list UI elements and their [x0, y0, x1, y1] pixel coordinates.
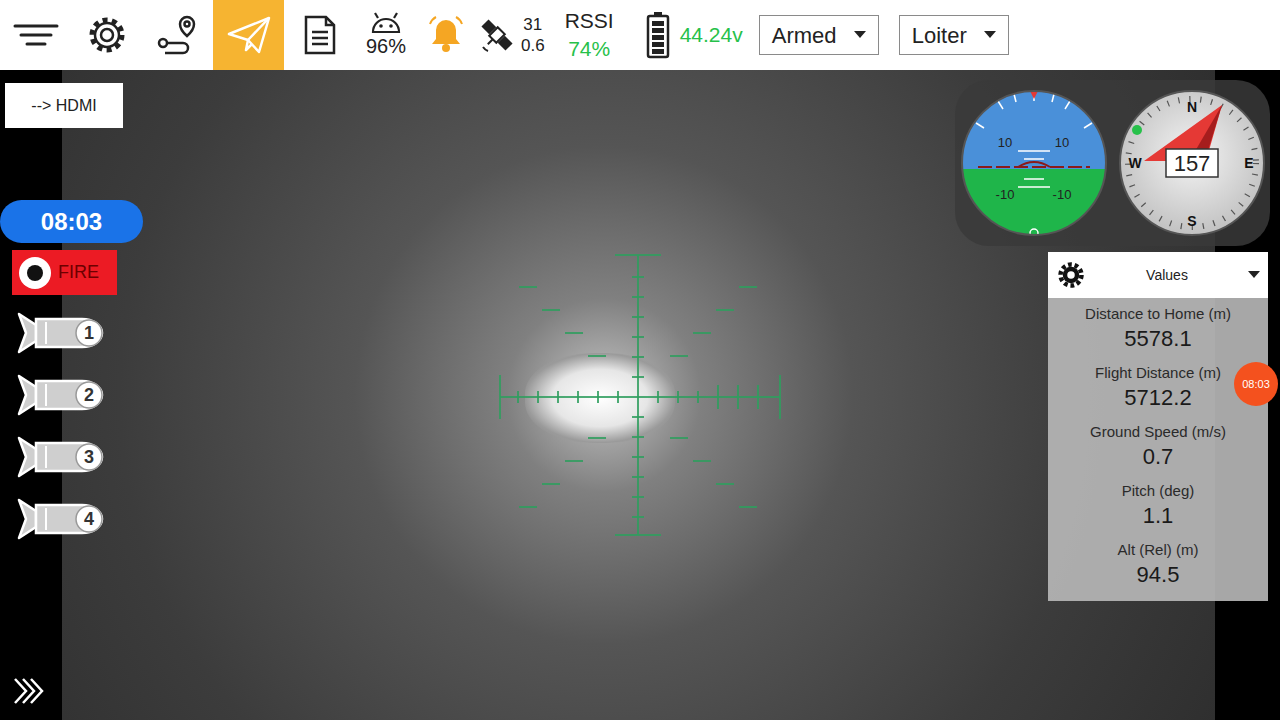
bomb-number: 3	[76, 444, 102, 470]
plan-tab[interactable]	[213, 0, 284, 70]
bomb-slot[interactable]: 1	[16, 310, 110, 356]
values-panel-title: Values	[1146, 265, 1188, 286]
log-tab[interactable]	[284, 0, 355, 70]
rssi-status: RSSI 74%	[553, 0, 626, 70]
bomb-icon	[16, 310, 110, 356]
crosshair-icon	[488, 247, 788, 547]
expand-button[interactable]	[12, 676, 46, 706]
pitch-label: 10	[997, 135, 1011, 150]
compass-south: S	[1187, 213, 1196, 229]
mission-timer: 08:03	[0, 200, 143, 243]
arm-dropdown-value: Armed	[772, 19, 837, 52]
pitch-label: -10	[1052, 187, 1071, 202]
compass-west: W	[1128, 155, 1142, 171]
gps-status: 31 0.6	[475, 0, 553, 70]
bell-icon	[428, 16, 464, 54]
satellite-icon	[479, 17, 515, 53]
attitude-indicator: 10 10 -10 -10	[958, 87, 1110, 239]
caret-down-icon	[854, 31, 866, 39]
arm-dropdown[interactable]: Armed	[759, 15, 879, 55]
rssi-label: RSSI	[565, 7, 614, 35]
device-battery-text: 96%	[366, 34, 406, 58]
value-row: Ground Speed (m/s)0.7	[1048, 416, 1268, 475]
bomb-icon	[16, 496, 110, 542]
route-icon	[155, 13, 201, 57]
menu-tab[interactable]	[0, 0, 71, 70]
caret-down-icon	[984, 31, 996, 39]
mode-dropdowns: Armed Loiter	[759, 15, 1009, 55]
gear-icon	[87, 15, 127, 55]
bomb-number: 4	[76, 506, 102, 532]
device-battery: 96%	[355, 0, 417, 70]
battery-icon	[646, 11, 670, 59]
hdmi-button[interactable]: --> HDMI	[5, 83, 123, 128]
value-reading: 94.5	[1137, 560, 1180, 590]
value-reading: 1.1	[1143, 501, 1174, 531]
bomb-number: 1	[76, 320, 102, 346]
bomb-list: 1 2 3 4	[16, 310, 110, 542]
compass: N E S W 157	[1116, 87, 1268, 239]
record-icon	[18, 256, 52, 290]
toolbar: 96% 31 0.6 RSSI 74% 44.24v Armed Loiter	[0, 0, 1280, 70]
hdmi-button-label: --> HDMI	[31, 94, 96, 118]
settings-tab[interactable]	[71, 0, 142, 70]
value-label: Alt (Rel) (m)	[1118, 540, 1199, 560]
hdop-value: 0.6	[521, 35, 545, 56]
value-row: Distance to Home (m)5578.1	[1048, 298, 1268, 357]
gear-icon	[1056, 260, 1086, 290]
satellite-count: 31	[523, 14, 542, 35]
heading-readout: 157	[1173, 151, 1210, 176]
timer-badge-text: 08:03	[1242, 376, 1270, 393]
fire-button-label: FIRE	[58, 259, 99, 286]
value-reading: 5712.2	[1124, 383, 1191, 413]
flight-mode-value: Loiter	[912, 19, 967, 52]
pitch-label: -10	[995, 187, 1014, 202]
document-icon	[303, 14, 337, 56]
flight-mode-dropdown[interactable]: Loiter	[899, 15, 1009, 55]
value-label: Pitch (deg)	[1122, 481, 1195, 501]
value-row: Alt (Rel) (m)94.5	[1048, 534, 1268, 593]
value-reading: 0.7	[1143, 442, 1174, 472]
bomb-number: 2	[76, 382, 102, 408]
bomb-slot[interactable]: 4	[16, 496, 110, 542]
bomb-icon	[16, 372, 110, 418]
bomb-icon	[16, 434, 110, 480]
values-panel-header[interactable]: Values	[1048, 252, 1268, 298]
value-reading: 5578.1	[1124, 324, 1191, 354]
value-label: Flight Distance (m)	[1095, 363, 1221, 383]
values-panel: Values Distance to Home (m)5578.1 Flight …	[1048, 252, 1268, 601]
route-tab[interactable]	[142, 0, 213, 70]
paper-plane-icon	[226, 14, 272, 56]
fire-button[interactable]: FIRE	[12, 250, 117, 295]
android-icon	[370, 12, 402, 34]
pitch-label: 10	[1054, 135, 1068, 150]
menu-icon	[13, 20, 59, 50]
compass-north: N	[1186, 99, 1196, 115]
mission-timer-text: 08:03	[41, 204, 102, 240]
value-label: Distance to Home (m)	[1085, 304, 1231, 324]
instrument-cluster: 10 10 -10 -10 N E S W 157	[955, 80, 1270, 246]
camera-view: --> HDMI 08:03 FIRE 1 2 3 4	[0, 70, 1280, 720]
compass-east: E	[1244, 155, 1253, 171]
alerts[interactable]	[417, 0, 475, 70]
battery-voltage: 44.24v	[680, 19, 743, 51]
bomb-slot[interactable]: 3	[16, 434, 110, 480]
value-label: Ground Speed (m/s)	[1090, 422, 1226, 442]
chevrons-right-icon	[12, 676, 46, 706]
battery-status: 44.24v	[626, 0, 759, 70]
rssi-value: 74%	[568, 35, 610, 63]
value-row: Pitch (deg)1.1	[1048, 475, 1268, 534]
values-list: Distance to Home (m)5578.1 Flight Distanc…	[1048, 298, 1268, 601]
timer-badge[interactable]: 08:03	[1234, 362, 1278, 406]
bomb-slot[interactable]: 2	[16, 372, 110, 418]
caret-down-icon	[1248, 271, 1260, 279]
